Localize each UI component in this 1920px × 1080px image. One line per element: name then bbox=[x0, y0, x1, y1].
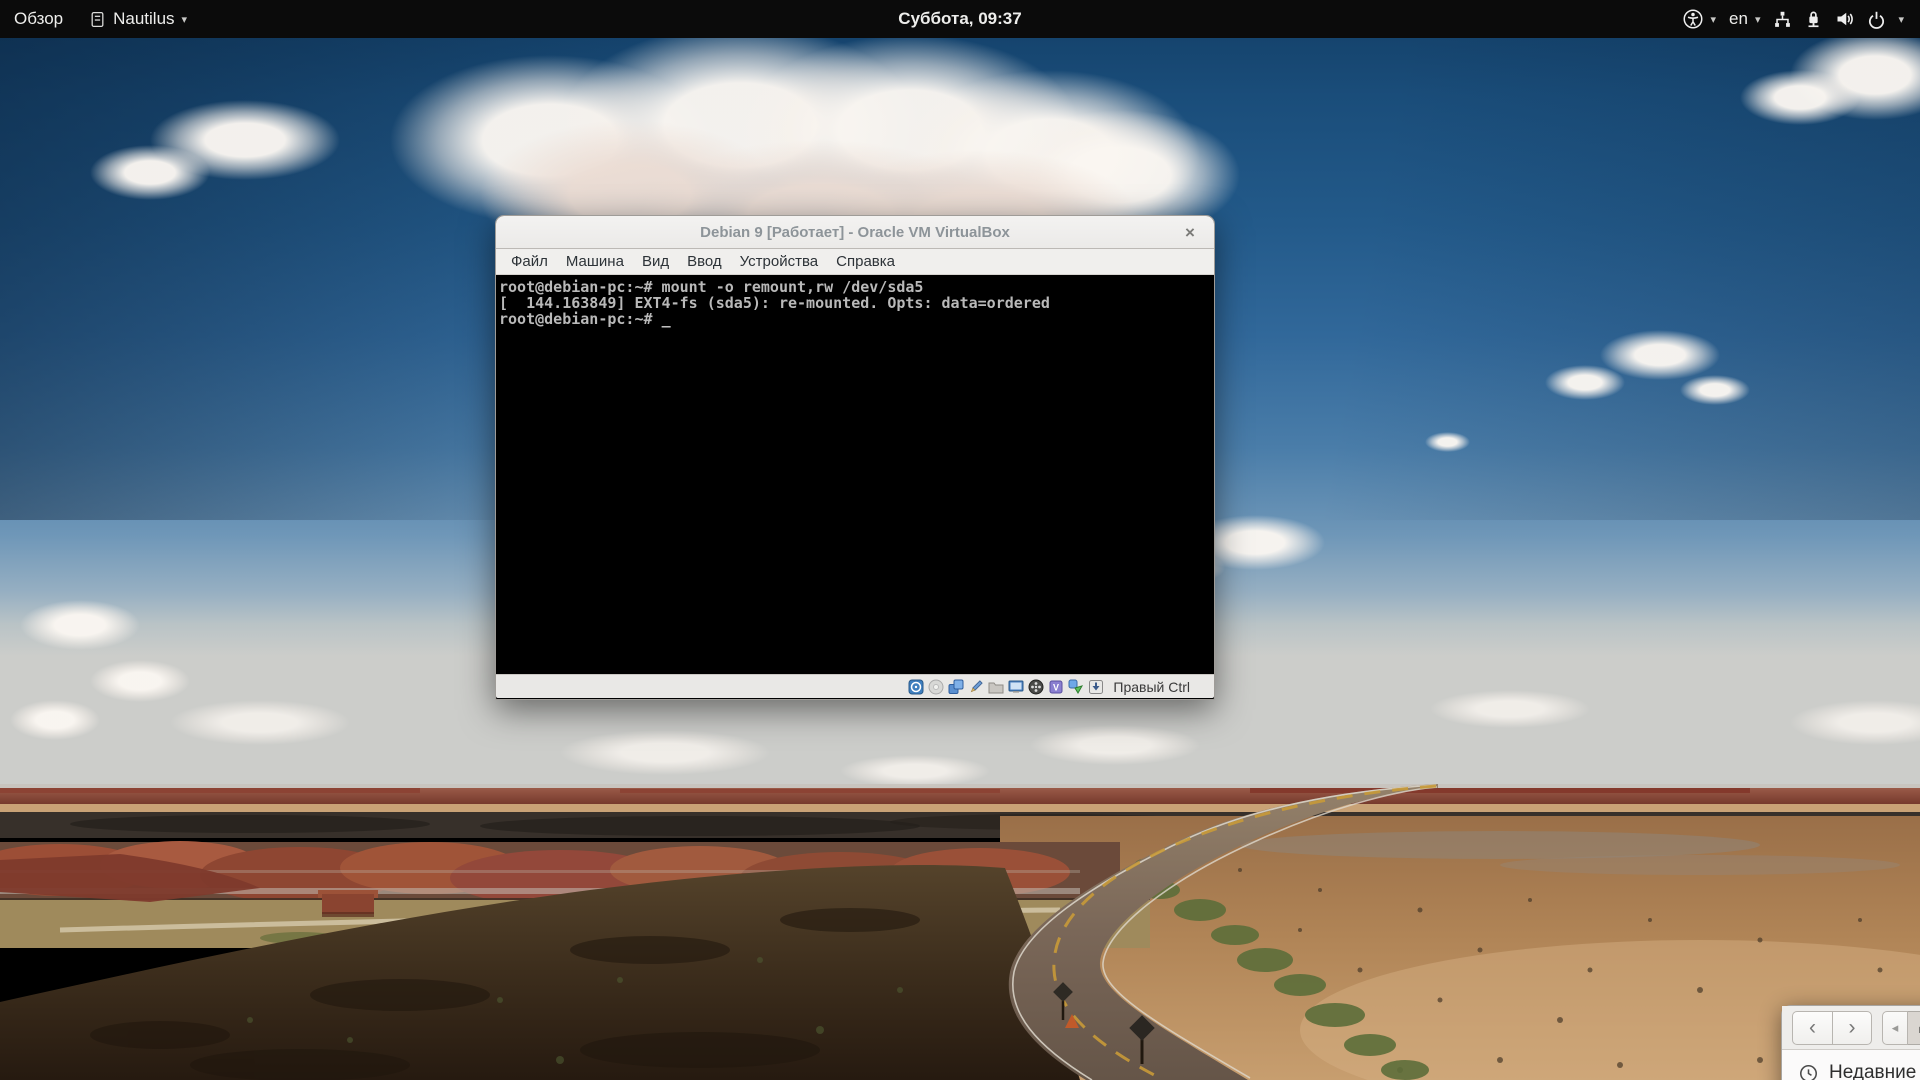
network-wired-icon bbox=[1773, 10, 1792, 29]
back-button[interactable]: ‹ bbox=[1792, 1010, 1832, 1045]
keyboard-layout-label: en bbox=[1729, 9, 1748, 28]
status-hostkey-icon[interactable] bbox=[1088, 679, 1104, 695]
menu-help[interactable]: Справка bbox=[827, 251, 904, 272]
cloud bbox=[1030, 725, 1200, 765]
status-usb-icon[interactable] bbox=[968, 679, 984, 695]
activities-label: Обзор bbox=[14, 9, 64, 28]
back-icon: ‹ bbox=[1809, 1015, 1816, 1039]
cloud bbox=[170, 700, 350, 745]
status-features-icon[interactable]: V bbox=[1048, 679, 1064, 695]
window-title: Debian 9 [Работает] - Oracle VM VirtualB… bbox=[700, 223, 1010, 241]
history-buttons: ‹ › bbox=[1792, 1010, 1872, 1045]
status-display-icon[interactable] bbox=[1008, 679, 1024, 695]
terminal-prompt: root@debian-pc:~# bbox=[499, 310, 662, 328]
app-menu-label: Nautilus bbox=[113, 9, 175, 28]
clock-button[interactable]: Суббота, 09:37 bbox=[0, 9, 1920, 29]
status-network-icon[interactable] bbox=[948, 679, 964, 695]
terminal-cursor: _ bbox=[661, 310, 671, 328]
cloud bbox=[20, 600, 140, 650]
volume-icon bbox=[1835, 9, 1855, 29]
desktop: Debian 9 [Работает] - Oracle VM VirtualB… bbox=[0, 0, 1920, 1080]
menu-machine[interactable]: Машина bbox=[557, 251, 633, 272]
system-menu[interactable]: ▾ bbox=[1773, 9, 1904, 29]
cloud bbox=[1545, 365, 1625, 400]
cloud bbox=[90, 660, 190, 702]
cloud bbox=[10, 700, 100, 740]
recent-label: Недавние bbox=[1829, 1062, 1917, 1080]
cloud bbox=[1740, 70, 1860, 125]
chevron-down-icon: ▾ bbox=[1898, 13, 1904, 26]
cloud bbox=[1430, 690, 1590, 728]
cloud bbox=[560, 730, 770, 775]
virtualbox-window: Debian 9 [Работает] - Oracle VM VirtualB… bbox=[495, 215, 1215, 700]
power-icon bbox=[1867, 10, 1886, 29]
status-hdd-icon[interactable] bbox=[908, 679, 924, 695]
files-window: ‹ › ◂ ⌂ Д Недавние bbox=[1781, 1005, 1920, 1080]
app-menu[interactable]: Nautilus ▾ bbox=[89, 9, 187, 29]
accessibility-icon bbox=[1683, 9, 1703, 29]
recent-clock-icon bbox=[1799, 1064, 1818, 1080]
gnome-top-bar: Обзор Nautilus ▾ Суббота, 09:37 ▾ en ▾ ▾ bbox=[0, 0, 1920, 38]
chevron-down-icon: ▾ bbox=[181, 13, 188, 26]
status-recording-icon[interactable] bbox=[1028, 679, 1044, 695]
terminal-prompt-line: root@debian-pc:~# _ bbox=[499, 311, 1214, 327]
lock-icon bbox=[1804, 10, 1823, 29]
menu-file[interactable]: Файл bbox=[502, 251, 557, 272]
keyboard-layout-menu[interactable]: en ▾ bbox=[1729, 9, 1760, 29]
cloud bbox=[1680, 375, 1750, 405]
svg-text:V: V bbox=[1053, 682, 1059, 692]
forward-icon: › bbox=[1848, 1015, 1856, 1039]
status-mouse-icon[interactable] bbox=[1068, 679, 1084, 695]
virtualbox-titlebar[interactable]: Debian 9 [Работает] - Oracle VM VirtualB… bbox=[496, 216, 1214, 249]
desert-landscape bbox=[0, 784, 1920, 1080]
host-key-label: Правый Ctrl bbox=[1113, 678, 1190, 695]
virtualbox-menubar: Файл Машина Вид Ввод Устройства Справка bbox=[496, 249, 1214, 275]
menu-view[interactable]: Вид bbox=[633, 251, 678, 272]
scroll-left-icon: ◂ bbox=[1891, 1019, 1899, 1035]
path-bar: ◂ ⌂ Д bbox=[1882, 1010, 1920, 1045]
accessibility-menu[interactable]: ▾ bbox=[1683, 9, 1716, 29]
terminal-line: root@debian-pc:~# mount -o remount,rw /d… bbox=[499, 278, 924, 296]
terminal-line: [ 144.163849] EXT4-fs (sda5): re-mounted… bbox=[499, 294, 1050, 312]
close-icon[interactable]: × bbox=[1179, 222, 1201, 244]
virtualbox-statusbar: V Правый Ctrl bbox=[496, 674, 1214, 698]
files-sidebar: Недавние bbox=[1782, 1050, 1920, 1080]
chevron-down-icon: ▾ bbox=[1710, 13, 1717, 26]
home-path-button[interactable]: ⌂ Д bbox=[1908, 1010, 1920, 1045]
sidebar-item-recent[interactable]: Недавние bbox=[1799, 1062, 1920, 1080]
forward-button[interactable]: › bbox=[1832, 1010, 1872, 1045]
nautilus-icon bbox=[89, 11, 106, 28]
clock-label: Суббота, 09:37 bbox=[898, 9, 1022, 28]
menu-devices[interactable]: Устройства bbox=[731, 251, 827, 272]
chevron-down-icon: ▾ bbox=[1754, 13, 1761, 26]
vm-terminal-screen[interactable]: root@debian-pc:~# mount -o remount,rw /d… bbox=[496, 275, 1214, 674]
menu-input[interactable]: Ввод bbox=[678, 251, 731, 272]
activities-button[interactable]: Обзор bbox=[14, 9, 63, 29]
path-scroll-left-button[interactable]: ◂ bbox=[1882, 1010, 1908, 1045]
status-sharedfolders-icon[interactable] bbox=[988, 679, 1004, 695]
status-optical-icon[interactable] bbox=[928, 679, 944, 695]
cloud bbox=[90, 145, 210, 200]
files-toolbar: ‹ › ◂ ⌂ Д bbox=[1782, 1006, 1920, 1050]
cloud bbox=[1425, 432, 1470, 452]
